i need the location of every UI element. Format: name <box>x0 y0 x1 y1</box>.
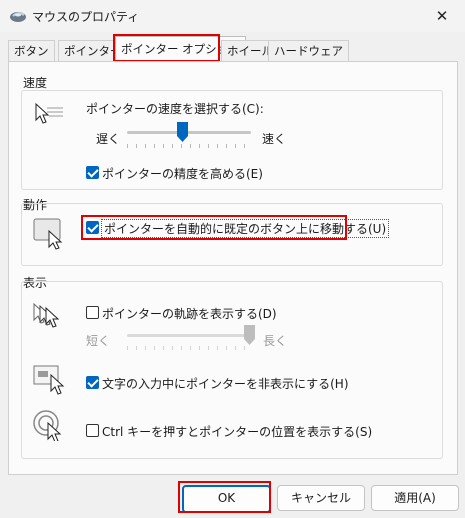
speed-select-label: ポインターの速度を選択する(C): <box>86 102 264 116</box>
ctrl-locate-checkbox[interactable] <box>86 424 99 437</box>
speed-slider-ticks <box>127 144 253 148</box>
close-button[interactable]: ✕ <box>419 0 465 32</box>
short-label: 短く <box>86 334 111 348</box>
trails-label: ポインターの軌跡を表示する(D) <box>102 307 277 321</box>
hide-pointer-typing-icon <box>33 365 65 395</box>
fast-label: 速く <box>262 132 287 146</box>
snap-highlight <box>81 215 347 240</box>
hide-typing-checkbox[interactable] <box>86 376 99 389</box>
show-location-icon <box>33 410 62 441</box>
tab-hardware[interactable]: ハードウェア <box>268 40 349 62</box>
trail-length-ticks <box>127 346 251 350</box>
slow-label: 遅く <box>96 132 121 146</box>
trail-length-slider[interactable] <box>127 334 249 337</box>
cancel-button[interactable]: キャンセル <box>277 485 365 511</box>
window-title: マウスのプロパティ <box>32 10 140 24</box>
speed-slider-thumb[interactable] <box>176 122 188 142</box>
snap-to-button-icon <box>33 218 63 250</box>
pointer-trails-icon <box>33 302 60 328</box>
trail-length-thumb[interactable] <box>244 325 255 345</box>
title-bar: マウスのプロパティ ✕ <box>0 0 465 32</box>
apply-button[interactable]: 適用(A) <box>371 485 459 511</box>
hide-typing-label: 文字の入力中にポインターを非表示にする(H) <box>102 377 349 391</box>
long-label: 長く <box>263 334 288 348</box>
pointer-speed-icon <box>35 102 63 124</box>
precision-checkbox[interactable] <box>86 166 99 179</box>
ok-highlight <box>178 481 271 513</box>
speed-slider[interactable] <box>127 131 251 134</box>
precision-label: ポインターの精度を高める(E) <box>102 167 263 181</box>
trails-checkbox[interactable] <box>86 306 99 319</box>
tab-buttons[interactable]: ボタン <box>8 40 55 62</box>
tab-highlight <box>113 34 220 62</box>
mouse-icon <box>10 12 26 22</box>
ctrl-locate-label: Ctrl キーを押すとポインターの位置を表示する(S) <box>102 425 373 439</box>
motion-group-label: 速度 <box>23 76 48 90</box>
